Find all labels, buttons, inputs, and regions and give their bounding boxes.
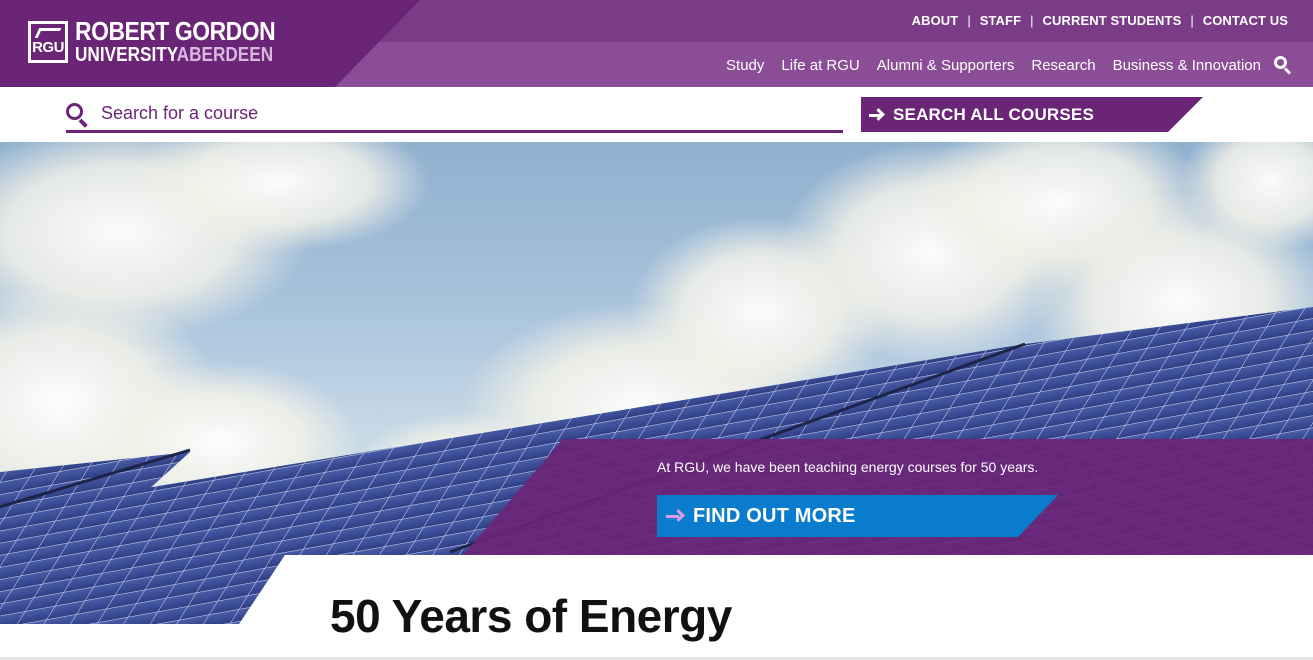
nav-item-life-at-rgu[interactable]: Life at RGU <box>781 57 859 74</box>
arrow-head <box>872 107 885 121</box>
logo-area[interactable]: RGU ROBERT GORDON UNIVERSITYABERDEEN <box>0 0 420 87</box>
logo-name-line2[interactable]: UNIVERSITYABERDEEN <box>75 45 273 65</box>
hero-description: At RGU, we have been teaching energy cou… <box>657 459 1039 475</box>
nav-item-business-innovation[interactable]: Business & Innovation <box>1113 57 1261 74</box>
search-handle <box>1283 67 1292 75</box>
util-separator: | <box>1030 13 1034 28</box>
logo-name-line1[interactable]: ROBERT GORDON <box>75 18 276 44</box>
util-separator: | <box>967 13 971 28</box>
find-out-more-button[interactable]: FIND OUT MORE <box>657 495 1058 537</box>
main-nav: Study Life at RGU Alumni & Supporters Re… <box>709 55 1293 75</box>
search-all-courses-button[interactable]: SEARCH ALL COURSES <box>861 97 1203 132</box>
arrow-right-icon <box>666 509 685 522</box>
nav-item-study[interactable]: Study <box>726 57 764 74</box>
util-link-contact-us[interactable]: CONTACT US <box>1203 13 1288 28</box>
hero-banner: At RGU, we have been teaching energy cou… <box>0 142 1313 624</box>
nav-item-research[interactable]: Research <box>1031 57 1095 74</box>
site-search-icon[interactable] <box>1273 55 1293 75</box>
logo-mark-text: RGU <box>32 39 64 56</box>
util-separator: | <box>1190 13 1194 28</box>
rgu-logo-icon[interactable]: RGU <box>28 21 68 63</box>
logo-name-university: UNIVERSITY <box>75 44 177 66</box>
page-title: 50 Years of Energy <box>330 590 732 642</box>
search-icon <box>66 102 88 128</box>
course-search-field[interactable] <box>66 97 843 133</box>
search-handle <box>78 118 88 128</box>
util-link-current-students[interactable]: CURRENT STUDENTS <box>1043 13 1182 28</box>
logo-name-aberdeen: ABERDEEN <box>176 44 274 66</box>
util-link-about[interactable]: ABOUT <box>912 13 959 28</box>
site-header: RGU ROBERT GORDON UNIVERSITYABERDEEN ABO… <box>0 0 1313 87</box>
course-search-input[interactable] <box>101 103 801 124</box>
course-search-row: SEARCH ALL COURSES <box>0 87 1313 142</box>
arrow-head <box>672 509 685 522</box>
utility-nav: ABOUT | STAFF | CURRENT STUDENTS | CONTA… <box>912 13 1288 28</box>
nav-item-alumni-supporters[interactable]: Alumni & Supporters <box>877 57 1015 74</box>
search-all-courses-label: SEARCH ALL COURSES <box>893 104 1095 124</box>
logo-roof-icon <box>34 28 62 38</box>
arrow-right-icon <box>869 107 885 121</box>
search-lens <box>66 102 83 120</box>
find-out-more-label: FIND OUT MORE <box>693 504 856 527</box>
util-link-staff[interactable]: STAFF <box>980 13 1021 28</box>
